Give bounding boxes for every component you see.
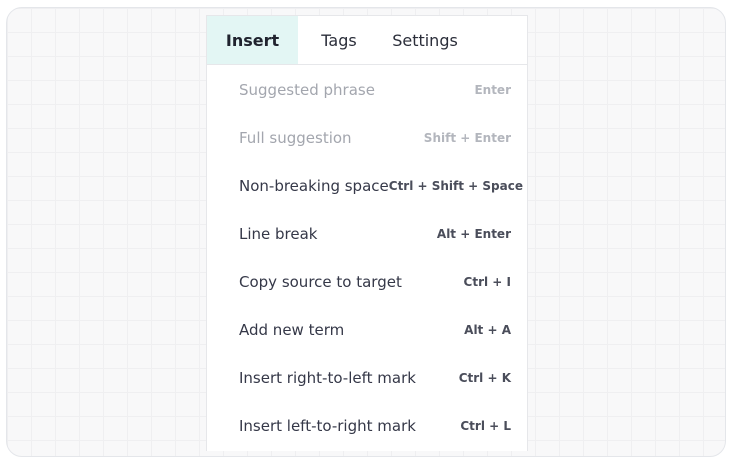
- menu-item-shortcut: Ctrl + K: [458, 371, 511, 385]
- menu-item-add-new-term[interactable]: Add new term Alt + A: [207, 306, 527, 354]
- menu-item-label: Line break: [239, 225, 318, 243]
- menu-item-label: Insert right-to-left mark: [239, 369, 416, 387]
- menu-item-label: Full suggestion: [239, 129, 352, 147]
- tab-insert-label: Insert: [225, 30, 280, 50]
- menu-item-label: Non-breaking space: [239, 177, 389, 195]
- menu-item-shortcut: Ctrl + L: [460, 419, 511, 433]
- menu-item-label: Insert left-to-right mark: [239, 417, 416, 435]
- menu-item-full-suggestion[interactable]: Full suggestion Shift + Enter: [207, 114, 527, 162]
- menu-item-shortcut: Alt + Enter: [436, 227, 511, 241]
- menu-item-insert-rtl-mark[interactable]: Insert right-to-left mark Ctrl + K: [207, 354, 527, 402]
- menu-item-label: Suggested phrase: [239, 81, 375, 99]
- tab-settings-label: Settings: [392, 30, 458, 50]
- menu-item-shortcut: Enter: [474, 83, 511, 97]
- menu-item-shortcut: Ctrl + I: [463, 275, 511, 289]
- menu-item-label: Add new term: [239, 321, 345, 339]
- menu-item-shortcut: Shift + Enter: [423, 131, 511, 145]
- menu-tab-bar: Insert Tags Settings: [207, 16, 527, 65]
- menu-item-shortcut: Alt + A: [464, 323, 511, 337]
- menu-item-copy-source-to-target[interactable]: Copy source to target Ctrl + I: [207, 258, 527, 306]
- menu-item-non-breaking-space[interactable]: Non-breaking space Ctrl + Shift + Space: [207, 162, 527, 210]
- menu-item-insert-ltr-mark[interactable]: Insert left-to-right mark Ctrl + L: [207, 402, 527, 450]
- menu-item-suggested-phrase[interactable]: Suggested phrase Enter: [207, 66, 527, 114]
- menu-item-shortcut: Ctrl + Shift + Space: [388, 179, 523, 193]
- menu-item-label: Copy source to target: [239, 273, 402, 291]
- insert-menu-panel: Insert Tags Settings Suggested phrase En…: [206, 15, 528, 451]
- tab-tags-label: Tags: [321, 30, 357, 50]
- tab-settings[interactable]: Settings: [380, 16, 470, 64]
- tab-insert[interactable]: Insert: [207, 16, 298, 64]
- tab-tags[interactable]: Tags: [298, 16, 380, 64]
- menu-item-line-break[interactable]: Line break Alt + Enter: [207, 210, 527, 258]
